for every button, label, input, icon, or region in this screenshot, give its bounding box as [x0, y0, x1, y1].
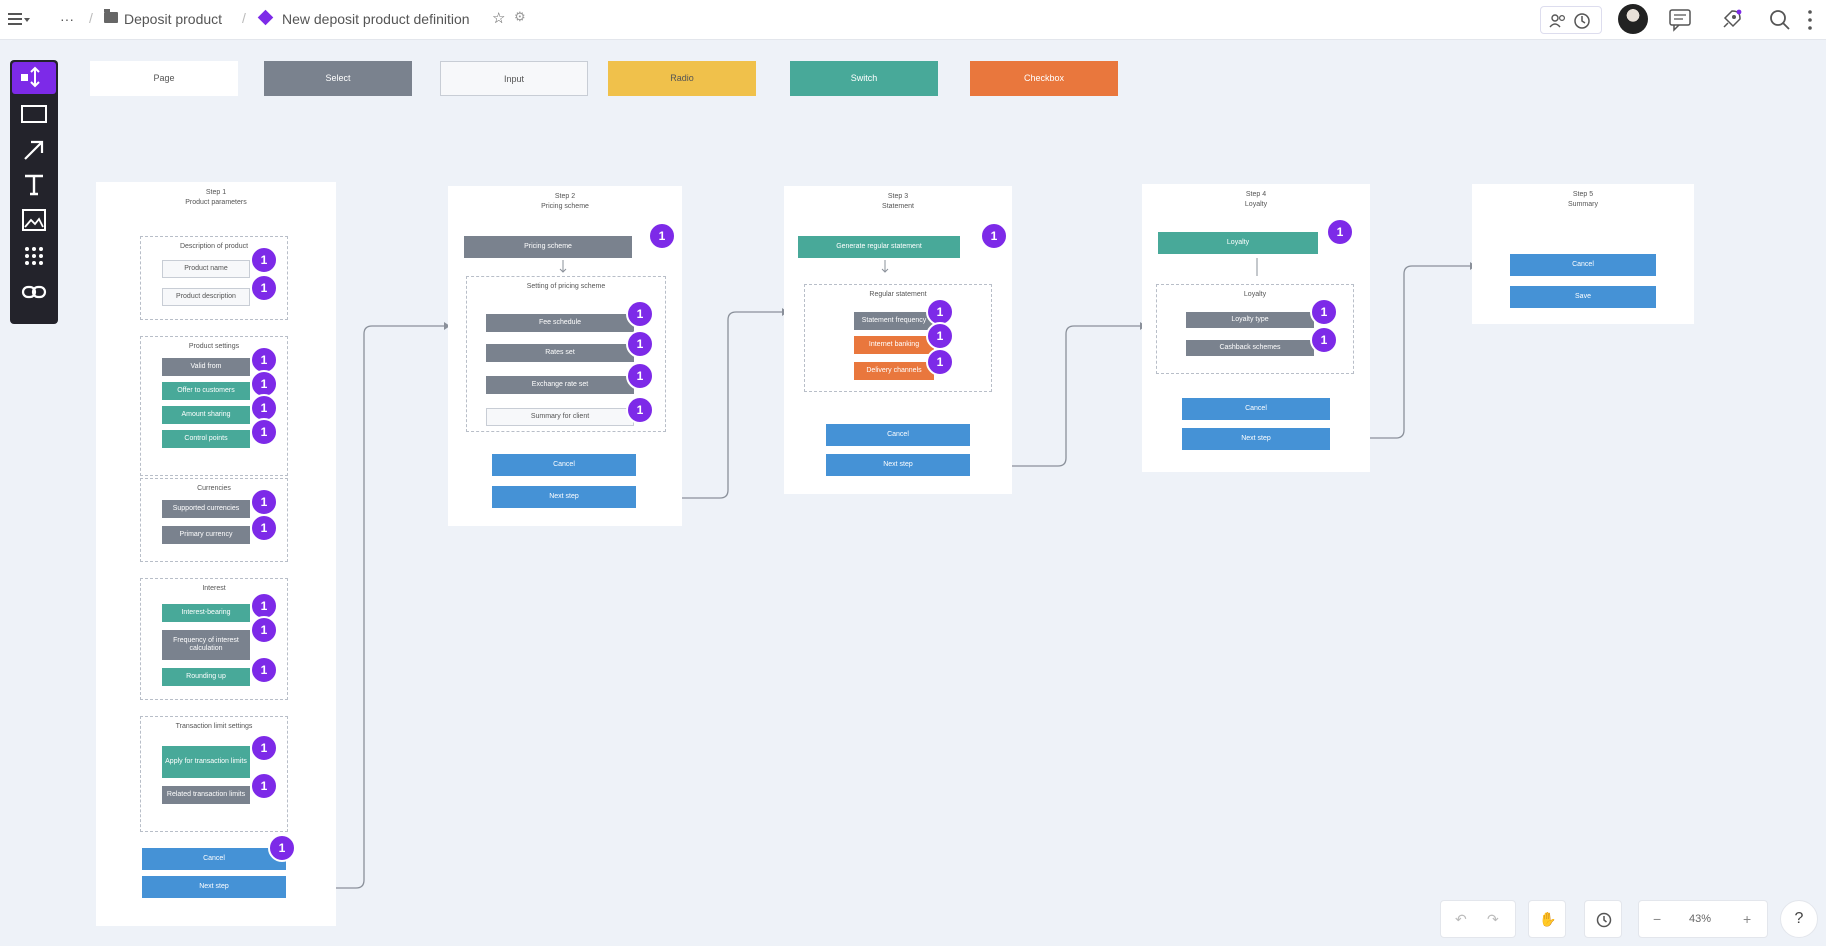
step-1-column: Step 1 Product parameters Description of …: [96, 182, 336, 926]
history-icon: [1596, 912, 1612, 928]
next-step-button[interactable]: Next step: [142, 876, 286, 898]
group-label: Loyalty: [1243, 291, 1267, 298]
comment-badge[interactable]: 1: [626, 300, 654, 328]
apply-limits-switch[interactable]: Apply for transaction limits: [162, 746, 250, 778]
save-button[interactable]: Save: [1510, 286, 1656, 308]
comment-badge[interactable]: 1: [250, 772, 278, 800]
zoom-level[interactable]: 43%: [1689, 913, 1711, 925]
comment-badge[interactable]: 1: [268, 834, 296, 862]
comment-badge[interactable]: 1: [250, 616, 278, 644]
redo-icon[interactable]: ↷: [1487, 911, 1499, 928]
offer-to-customers-switch[interactable]: Offer to customers: [162, 382, 250, 400]
fee-schedule-select[interactable]: Fee schedule: [486, 314, 634, 332]
zoom-controls: − 43% +: [1638, 900, 1768, 938]
step-4-column: Step 4 Loyalty Loyalty Loyalty Loyalty ty…: [1142, 184, 1370, 472]
comment-badge[interactable]: 1: [648, 222, 676, 250]
product-description-input[interactable]: Product description: [162, 288, 250, 306]
statement-frequency-select[interactable]: Statement frequency: [854, 312, 934, 330]
loyalty-type-select[interactable]: Loyalty type: [1186, 312, 1314, 328]
summary-for-client-input[interactable]: Summary for client: [486, 408, 634, 426]
cancel-button[interactable]: Cancel: [1182, 398, 1330, 420]
rounding-up-switch[interactable]: Rounding up: [162, 668, 250, 686]
hand-icon: ✋: [1539, 911, 1557, 927]
comment-badge[interactable]: 1: [250, 418, 278, 446]
step-1-header: Step 1 Product parameters: [185, 189, 247, 206]
interest-bearing-switch[interactable]: Interest-bearing: [162, 604, 250, 622]
valid-from-select[interactable]: Valid from: [162, 358, 250, 376]
step-4-header: Step 4 Loyalty: [1244, 191, 1268, 208]
comment-badge[interactable]: 1: [250, 514, 278, 542]
amount-sharing-switch[interactable]: Amount sharing: [162, 406, 250, 424]
next-step-button[interactable]: Next step: [826, 454, 970, 476]
cancel-button[interactable]: Cancel: [492, 454, 636, 476]
cancel-button[interactable]: Cancel: [142, 848, 286, 870]
undo-icon[interactable]: ↶: [1455, 911, 1467, 928]
zoom-in-icon[interactable]: +: [1743, 911, 1751, 927]
exchange-rate-select[interactable]: Exchange rate set: [486, 376, 634, 394]
supported-currencies-select[interactable]: Supported currencies: [162, 500, 250, 518]
connector-arrow: [559, 260, 567, 273]
comment-badge[interactable]: 1: [1326, 218, 1354, 246]
connector-arrow: [881, 260, 889, 273]
step-2-column: Step 2 Pricing scheme Pricing scheme Sett…: [448, 186, 682, 526]
comment-badge[interactable]: 1: [250, 656, 278, 684]
help-button[interactable]: ?: [1780, 900, 1818, 938]
cancel-button[interactable]: Cancel: [1510, 254, 1656, 276]
delivery-channels-checkbox[interactable]: Delivery channels: [854, 362, 934, 380]
connector-arrow: [1256, 258, 1258, 276]
product-name-input[interactable]: Product name: [162, 260, 250, 278]
interest-frequency-select[interactable]: Frequency of interest calculation: [162, 630, 250, 660]
pricing-scheme-select[interactable]: Pricing scheme: [464, 236, 632, 258]
comment-badge[interactable]: 1: [626, 396, 654, 424]
cashback-schemes-select[interactable]: Cashback schemes: [1186, 340, 1314, 356]
history-button[interactable]: [1584, 900, 1622, 938]
hand-tool-button[interactable]: ✋: [1528, 900, 1566, 938]
related-limits-select[interactable]: Related transaction limits: [162, 786, 250, 804]
rates-set-select[interactable]: Rates set: [486, 344, 634, 362]
group-label: Setting of pricing scheme: [526, 283, 606, 290]
control-points-switch[interactable]: Control points: [162, 430, 250, 448]
comment-badge[interactable]: 1: [980, 222, 1008, 250]
comment-badge[interactable]: 1: [626, 362, 654, 390]
next-step-button[interactable]: Next step: [1182, 428, 1330, 450]
group-label: Interest: [202, 585, 226, 592]
step-2-header: Step 2 Pricing scheme: [541, 193, 589, 210]
internet-banking-checkbox[interactable]: Internet banking: [854, 336, 934, 354]
comment-badge[interactable]: 1: [250, 488, 278, 516]
comment-badge[interactable]: 1: [626, 330, 654, 358]
step-3-header: Step 3 Statement: [882, 193, 914, 210]
comment-badge[interactable]: 1: [926, 322, 954, 350]
comment-badge[interactable]: 1: [250, 246, 278, 274]
zoom-out-icon[interactable]: −: [1653, 911, 1661, 927]
primary-currency-select[interactable]: Primary currency: [162, 526, 250, 544]
group-label: Regular statement: [869, 291, 927, 298]
comment-badge[interactable]: 1: [926, 348, 954, 376]
group-label: Transaction limit settings: [175, 723, 253, 730]
step-5-header: Step 5 Summary: [1568, 191, 1598, 208]
step-3-column: Step 3 Statement Generate regular stateme…: [784, 186, 1012, 494]
loyalty-switch[interactable]: Loyalty: [1158, 232, 1318, 254]
generate-statement-switch[interactable]: Generate regular statement: [798, 236, 960, 258]
comment-badge[interactable]: 1: [1310, 326, 1338, 354]
next-step-button[interactable]: Next step: [492, 486, 636, 508]
step-5-column: Step 5 Summary Cancel Save: [1472, 184, 1694, 324]
comment-badge[interactable]: 1: [1310, 298, 1338, 326]
undo-redo-group: ↶ ↷: [1440, 900, 1516, 938]
cancel-button[interactable]: Cancel: [826, 424, 970, 446]
comment-badge[interactable]: 1: [250, 274, 278, 302]
comment-badge[interactable]: 1: [250, 734, 278, 762]
